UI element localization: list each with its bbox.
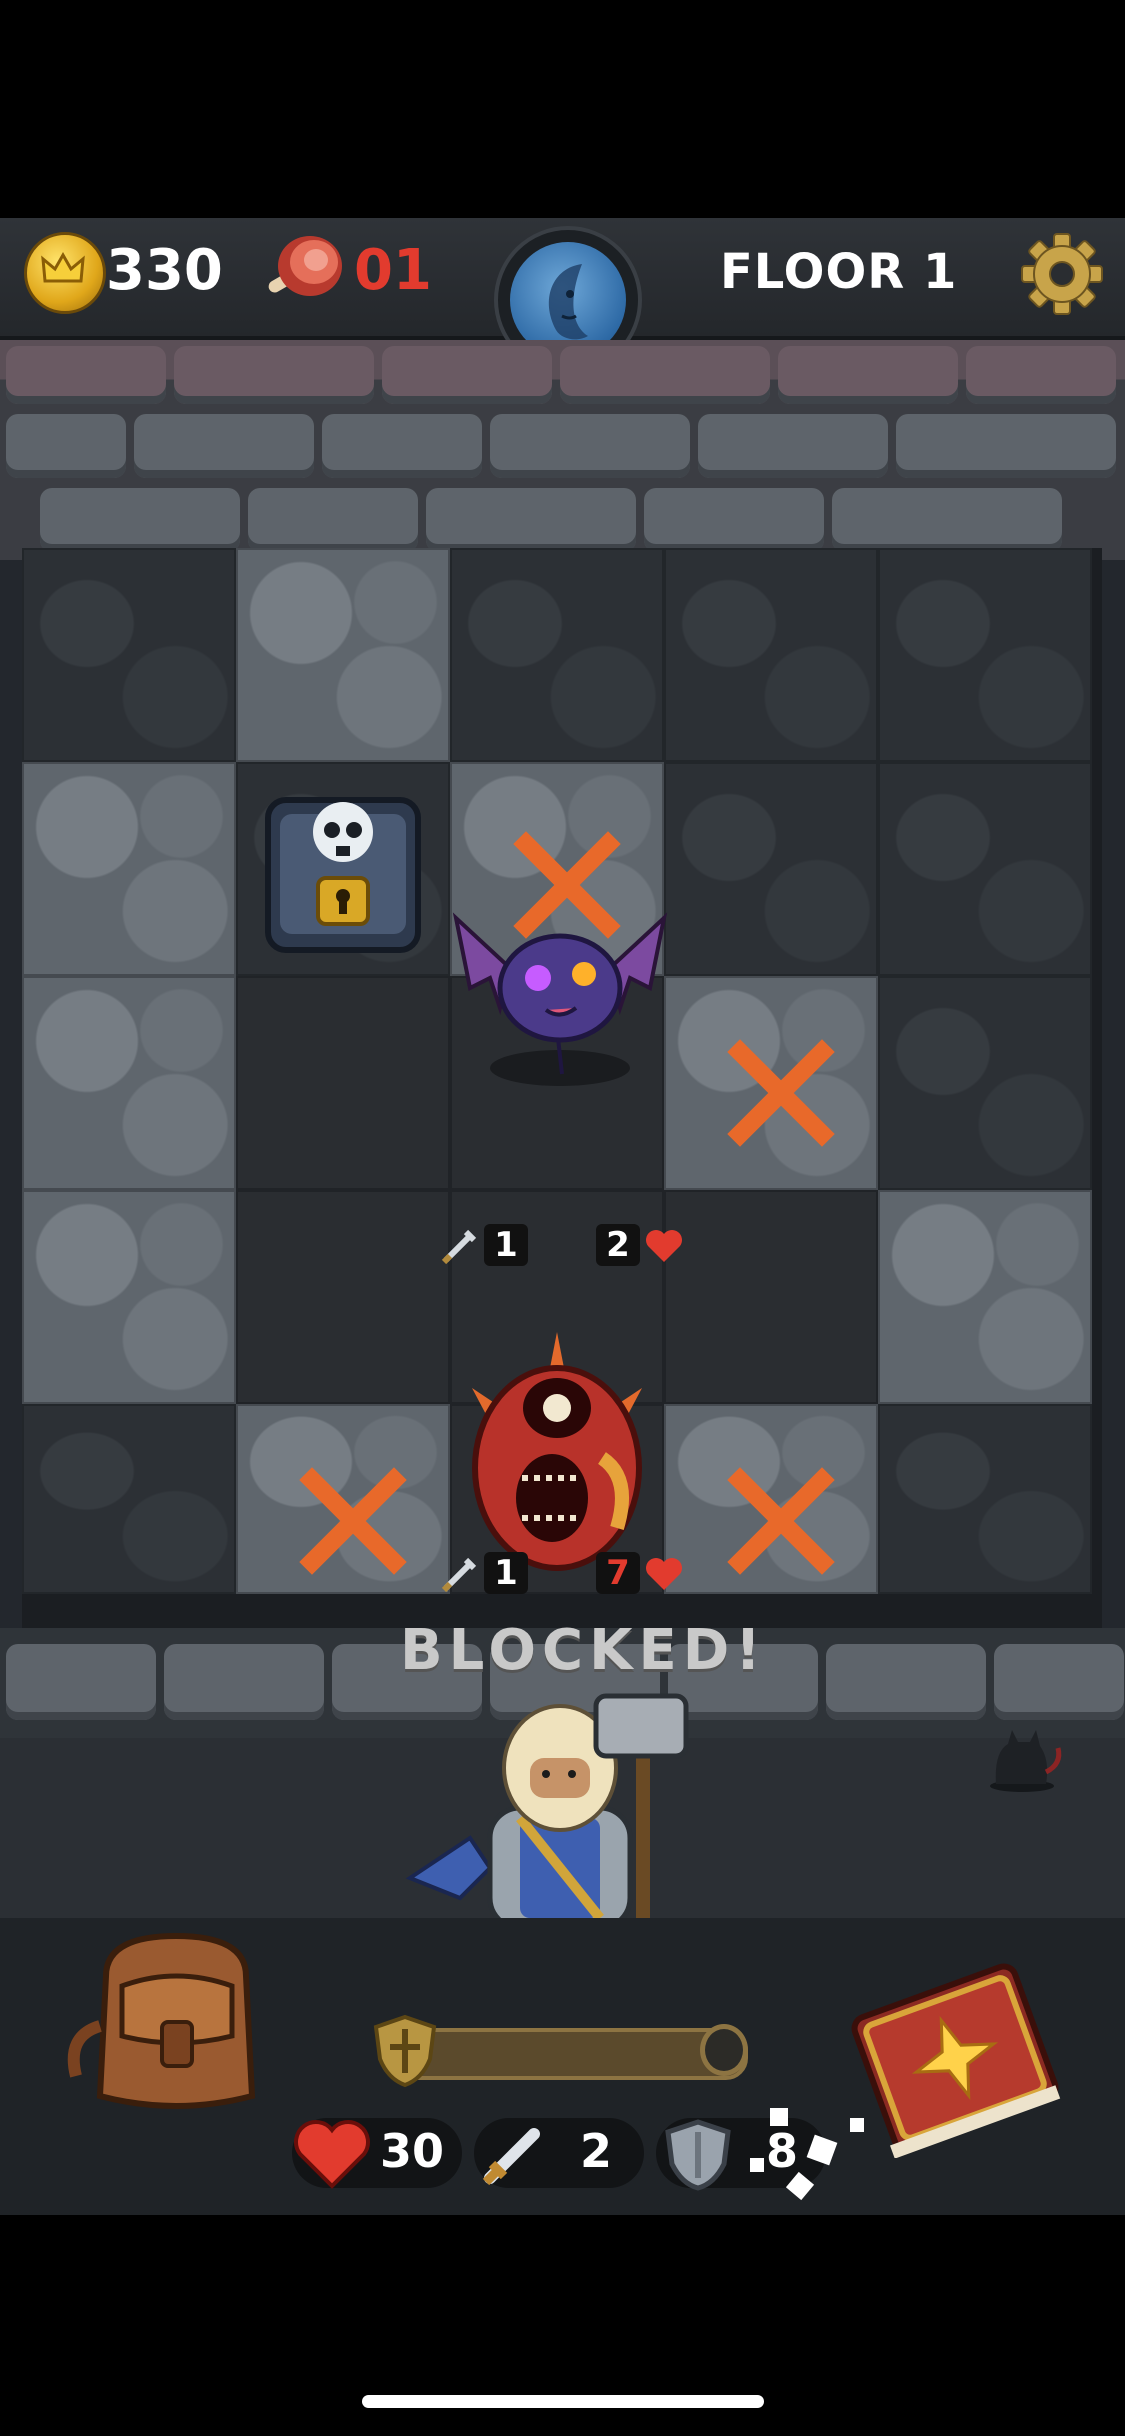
level-shield-icon <box>373 2014 437 2088</box>
gold-coin-icon <box>24 232 106 314</box>
floor-tile[interactable] <box>878 1190 1092 1404</box>
floor-tile[interactable] <box>664 548 878 762</box>
game-screen: 330 01 FLOOR 1 1 2 1 7 BLOCKED! 30 2 8 <box>0 218 1125 2215</box>
floor-tile[interactable] <box>236 1190 450 1404</box>
floor-label: FLOOR 1 <box>720 244 958 300</box>
blocked-status-text: BLOCKED! <box>400 1618 767 1683</box>
heart-icon <box>294 2120 370 2189</box>
danger-x-icon <box>727 1039 835 1147</box>
gold-count: 330 <box>106 238 223 303</box>
floor-tile[interactable] <box>22 976 236 1190</box>
sword-icon <box>482 2128 540 2186</box>
floor-tile[interactable] <box>664 762 878 976</box>
bat-health: 2 <box>596 1224 640 1266</box>
sword-icon <box>441 1557 477 1593</box>
home-indicator[interactable] <box>362 2395 764 2408</box>
bat-enemy-icon[interactable] <box>450 878 670 1098</box>
floor-tile[interactable] <box>878 548 1092 762</box>
cat-icon <box>990 1730 1062 1792</box>
meat-icon <box>268 236 342 296</box>
floor-tile[interactable] <box>22 1404 236 1594</box>
floor-tile[interactable] <box>22 762 236 976</box>
slime-attack: 1 <box>484 1552 528 1594</box>
floor-tile[interactable] <box>236 976 450 1190</box>
floor-tile[interactable] <box>22 548 236 762</box>
shield-icon <box>665 2119 731 2191</box>
dungeon-board: 1 2 1 7 <box>22 548 1102 1628</box>
sword-icon <box>441 1229 477 1265</box>
backpack-icon[interactable] <box>66 1926 284 2116</box>
treasure-chest-icon[interactable] <box>248 770 438 970</box>
floor-tile[interactable] <box>450 548 664 762</box>
danger-x-icon <box>299 1467 407 1575</box>
floor-tile[interactable] <box>878 1404 1092 1594</box>
food-count: 01 <box>354 238 432 303</box>
floor-tile[interactable] <box>236 548 450 762</box>
heart-icon <box>646 1558 682 1590</box>
player-attack: 2 <box>580 2124 613 2178</box>
gear-icon[interactable] <box>1020 232 1104 316</box>
dungeon-wall <box>0 340 1125 560</box>
heart-icon <box>646 1230 682 1262</box>
floor-tile[interactable] <box>664 1190 878 1404</box>
slime-enemy-icon[interactable] <box>442 1328 672 1588</box>
player-health: 30 <box>380 2124 445 2178</box>
floor-tile[interactable] <box>878 762 1092 976</box>
danger-x-icon <box>727 1467 835 1575</box>
sparkle-effect <box>750 2108 864 2201</box>
floor-tile[interactable] <box>878 976 1092 1190</box>
xp-bar-end <box>700 2024 748 2076</box>
floor-tile[interactable] <box>22 1190 236 1404</box>
slime-health: 7 <box>596 1552 640 1594</box>
bat-attack: 1 <box>484 1224 528 1266</box>
top-hud: 330 01 FLOOR 1 <box>0 218 1125 374</box>
